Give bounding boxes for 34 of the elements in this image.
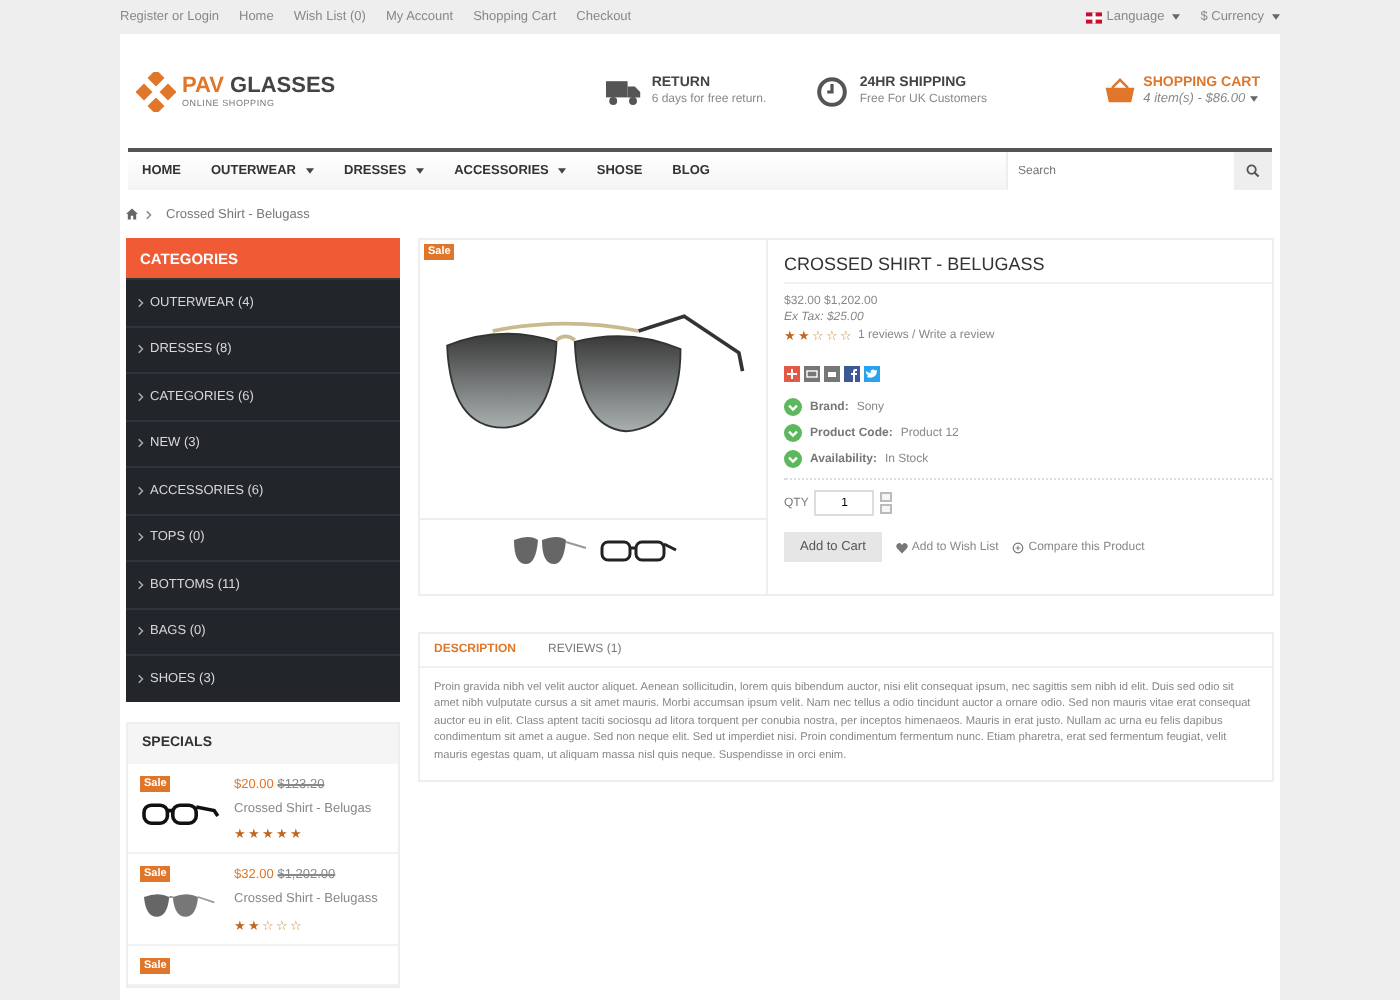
caret-icon [1249, 96, 1258, 102]
check-icon [784, 398, 802, 416]
chevron-icon [138, 626, 144, 637]
caret-icon [1172, 14, 1181, 20]
caret-icon [1272, 14, 1280, 20]
plus-icon[interactable] [784, 366, 800, 382]
caret-icon [306, 168, 314, 174]
product-title: CROSSED SHIRT - BELUGASS [784, 240, 1272, 284]
truck-icon [605, 75, 642, 107]
chevron-icon [138, 297, 144, 308]
check-icon [784, 450, 802, 468]
chevron-icon [146, 209, 152, 219]
chevron-icon [138, 673, 144, 684]
home-icon[interactable] [126, 208, 138, 220]
chevron-icon [138, 391, 144, 402]
logo-icon [136, 71, 176, 111]
compare-icon [1012, 541, 1025, 553]
email-icon[interactable] [804, 366, 820, 382]
logo-text: PAV GLASSES [182, 74, 336, 98]
facebook-icon[interactable] [844, 366, 860, 382]
caret-icon [558, 168, 567, 174]
chevron-icon [138, 438, 144, 449]
heart-icon [895, 541, 908, 553]
chevron-icon [138, 532, 144, 543]
flag-icon [1086, 11, 1103, 23]
chevron-icon [138, 344, 144, 355]
chevron-icon [138, 485, 144, 496]
search-icon[interactable] [1246, 164, 1260, 178]
clock-icon [813, 75, 850, 107]
print-icon[interactable] [824, 366, 840, 382]
basket-icon[interactable] [1103, 78, 1136, 104]
check-icon [784, 424, 802, 442]
chevron-icon [138, 579, 144, 590]
caret-icon [416, 168, 425, 174]
